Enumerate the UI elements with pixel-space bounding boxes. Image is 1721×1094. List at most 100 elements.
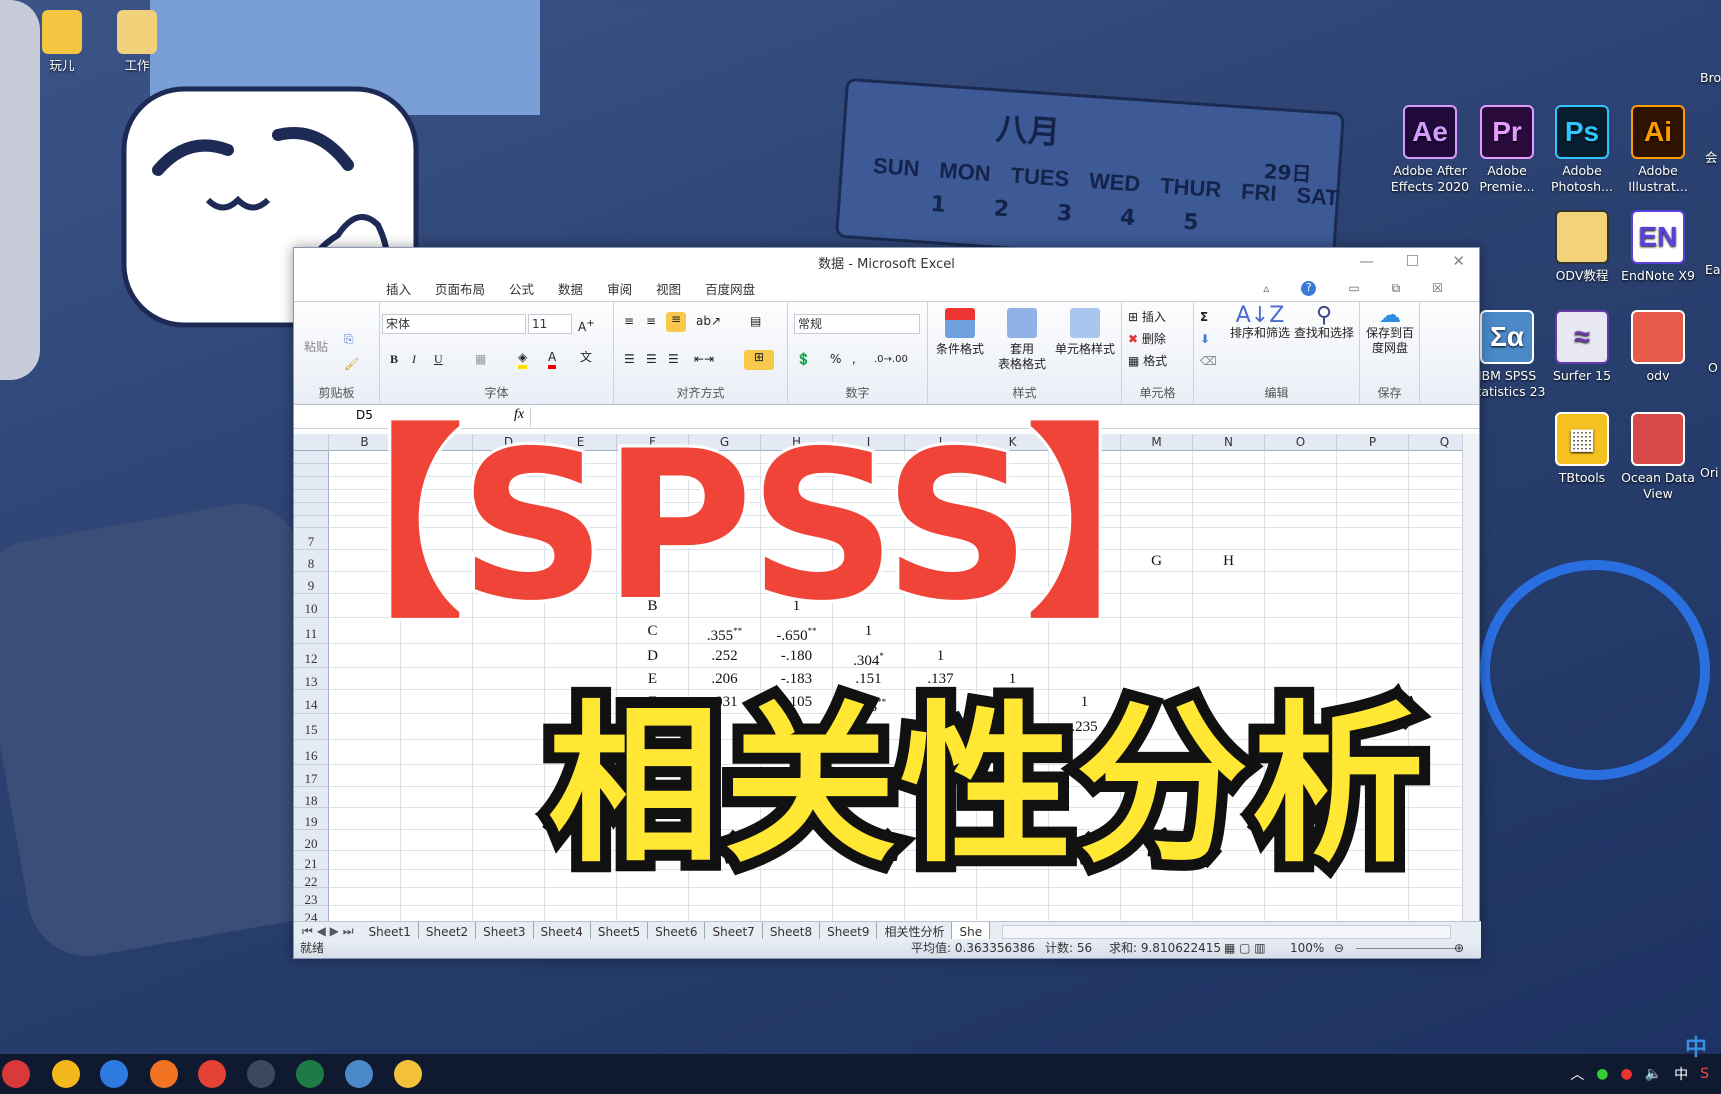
grid-cell[interactable] [833,906,905,921]
grid-cell[interactable] [1337,618,1409,644]
grid-cell[interactable] [1049,644,1121,668]
grid-cell[interactable] [1409,451,1464,464]
close-button[interactable]: ✕ [1452,252,1465,270]
grid-cell[interactable] [473,870,545,888]
grid-cell[interactable] [401,668,473,690]
insert-button[interactable]: ⊞ 插入 [1128,310,1166,325]
sogou-icon[interactable]: S [1700,1066,1709,1082]
grid-cell[interactable] [1265,464,1337,477]
align-top-icon[interactable]: ≡ [624,314,634,329]
desktop-icon[interactable]: ▦ TBtools [1540,412,1624,486]
grid-cell[interactable] [473,906,545,921]
vertical-scrollbar[interactable] [1462,434,1479,921]
grid-cell[interactable] [329,851,401,870]
grid-cell[interactable] [1337,503,1409,516]
grid-cell[interactable] [1409,503,1464,516]
grow-font-icon[interactable]: A+ [578,316,595,335]
grid-cell[interactable] [473,851,545,870]
desktop-icon[interactable]: 玩儿 [20,10,104,74]
zoom-in-icon[interactable]: ⊕ [1454,939,1464,958]
desktop-icon[interactable]: ODV教程 [1540,210,1624,284]
qq-browser-icon[interactable] [52,1060,80,1088]
grid-cell[interactable] [401,714,473,740]
desktop-icon-label-partial[interactable]: Eas [1705,262,1721,278]
wechat-icon[interactable]: ● [1596,1066,1608,1082]
desktop-icon[interactable]: Ai Adobe Illustrat... [1616,105,1700,195]
grid-cell[interactable] [473,765,545,787]
grid-cell[interactable] [1409,594,1464,618]
format-painter-icon[interactable]: 🖌 [344,357,359,372]
row-header[interactable]: 19 [294,808,329,830]
align-center-icon[interactable]: ☰ [646,352,657,367]
grid-cell[interactable] [401,740,473,765]
indent-icon[interactable]: ⇤⇥ [694,352,714,367]
horizontal-scrollbar[interactable] [1002,924,1451,939]
paste-button[interactable]: 粘贴 [304,340,328,355]
ime-floating-icon[interactable]: 中 [1685,1030,1707,1062]
grid-cell[interactable] [1049,906,1121,921]
grid-cell[interactable] [1337,594,1409,618]
grid-cell[interactable] [473,644,545,668]
desktop-icon[interactable]: odv [1616,310,1700,384]
grid-cell[interactable] [329,888,401,906]
grid-cell[interactable] [1265,906,1337,921]
orientation-icon[interactable]: ab↗ [696,314,721,329]
data-cell[interactable]: .252 [689,644,761,668]
spss-icon[interactable] [345,1060,373,1088]
desktop-icon[interactable]: EN EndNote X9 [1616,210,1700,284]
grid-cell[interactable] [1409,550,1464,572]
increase-decimal-icon[interactable]: .0→.00 [874,352,908,367]
find-select-button[interactable]: ⚲ 查找和选择 [1292,305,1356,341]
row-header[interactable]: 15 [294,714,329,740]
grid-cell[interactable] [1409,464,1464,477]
grid-cell[interactable] [401,690,473,714]
grid-cell[interactable] [401,888,473,906]
grid-cell[interactable] [473,888,545,906]
volume-icon[interactable]: 🔈 [1645,1066,1662,1082]
fill-color-icon[interactable]: ◈ [518,350,528,369]
grid-cell[interactable] [545,888,617,906]
desktop-icon[interactable]: Ps Adobe Photosh... [1540,105,1624,195]
grid-cell[interactable] [977,644,1049,668]
grid-cell[interactable] [833,888,905,906]
sheet-nav-icon[interactable]: ⏮ ◀ ▶ ⏭ [294,924,362,939]
bold-button[interactable]: B [390,352,398,367]
grid-cell[interactable] [401,787,473,808]
grid-cell[interactable] [473,830,545,851]
grid-cell[interactable] [1337,572,1409,594]
file-explorer-icon[interactable] [394,1060,422,1088]
grid-cell[interactable] [1409,888,1464,906]
column-header[interactable]: P [1337,434,1409,451]
grid-cell[interactable] [1409,516,1464,528]
desktop-icon[interactable]: ≈ Surfer 15 [1540,310,1624,384]
phonetic-icon[interactable]: 文 [580,350,592,365]
align-left-icon[interactable]: ☰ [624,352,635,367]
tray-expand-icon[interactable]: ︿ [1570,1064,1584,1084]
grid-cell[interactable] [1193,906,1265,921]
row-header[interactable]: 17 [294,765,329,787]
grid-cell[interactable] [1337,888,1409,906]
grid-cell[interactable] [1121,644,1193,668]
row-header[interactable]: 21 [294,851,329,871]
grid-cell[interactable] [1337,451,1409,464]
italic-button[interactable]: I [412,352,416,367]
number-format-select[interactable]: 常规 [794,314,920,334]
grid-cell[interactable] [401,808,473,830]
grid-cell[interactable] [329,644,401,668]
grid-cell[interactable] [401,870,473,888]
desktop-icon-label-partial[interactable]: O [1708,360,1721,376]
ribbon-tab[interactable]: 插入 [386,279,411,298]
desktop-icon[interactable]: 工作 [95,10,179,74]
grid-cell[interactable] [1265,477,1337,490]
view-buttons-icon[interactable]: ▦ ▢ ▥ [1224,939,1266,958]
column-header[interactable]: O [1265,434,1337,451]
grid-cell[interactable] [905,888,977,906]
grid-cell[interactable] [1337,477,1409,490]
data-cell[interactable]: .304* [833,644,905,669]
grid-cell[interactable] [329,714,401,740]
grid-cell[interactable] [329,870,401,888]
font-color-icon[interactable]: A [548,350,557,369]
game-icon[interactable] [247,1060,275,1088]
grid-cell[interactable] [401,851,473,870]
desktop-icon[interactable]: Pr Adobe Premie... [1465,105,1549,195]
